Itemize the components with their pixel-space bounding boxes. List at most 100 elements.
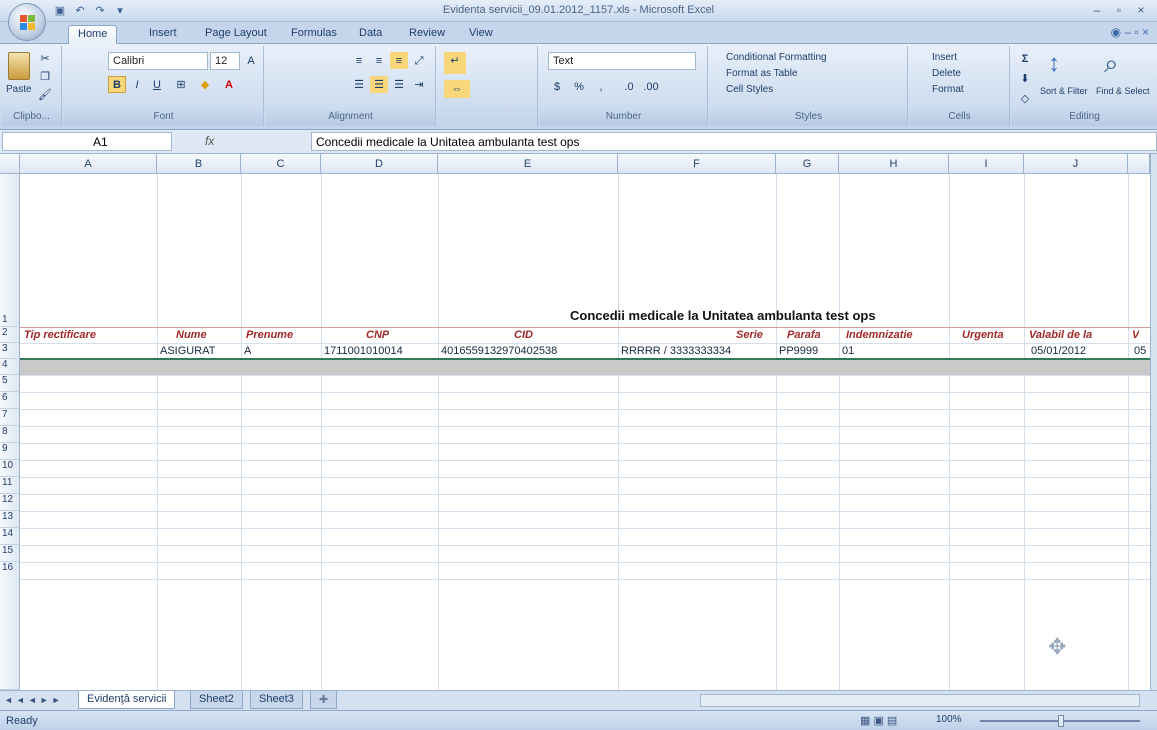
column-header-k[interactable] (1128, 154, 1150, 174)
header-cell[interactable]: Indemnizatie (846, 329, 913, 341)
underline-button[interactable]: U (148, 76, 166, 93)
header-cell[interactable]: Urgenta (962, 329, 1004, 341)
sheet-tab-sheet3[interactable]: Sheet3 (250, 691, 303, 709)
clear-icon[interactable]: ◇ (1016, 90, 1034, 107)
delete-button[interactable]: Delete (932, 68, 961, 79)
row-header-7[interactable]: 7 (0, 409, 20, 426)
tab-formulas[interactable]: Formulas (282, 25, 346, 44)
row-header-3[interactable]: 3 (0, 343, 20, 359)
sheet-navigation-icon[interactable]: ◄◄◄►► (4, 695, 64, 705)
row-header-11[interactable]: 11 (0, 477, 20, 494)
data-cell-indemnizatie[interactable]: 01 (842, 345, 854, 357)
grow-font-icon[interactable]: A (242, 52, 260, 69)
column-header-j[interactable]: J (1024, 154, 1128, 174)
header-cell[interactable]: Tip rectificare (24, 329, 96, 341)
column-header-c[interactable]: C (241, 154, 321, 174)
row-header-4[interactable]: 4 (0, 359, 20, 375)
zoom-level[interactable]: 100% (936, 714, 962, 725)
wrap-text-icon[interactable]: ↵ (444, 52, 466, 74)
orientation-icon[interactable]: ⤢ (410, 52, 428, 69)
align-bottom-icon[interactable]: ≡ (390, 52, 408, 69)
formula-input[interactable]: Concedii medicale la Unitatea ambulanta … (311, 132, 1157, 151)
decrease-decimal-icon[interactable]: .00 (642, 78, 660, 95)
italic-button[interactable]: I (128, 76, 146, 93)
row-header-6[interactable]: 6 (0, 392, 20, 409)
align-left-icon[interactable]: ☰ (350, 76, 368, 93)
column-header-g[interactable]: G (776, 154, 839, 174)
cut-icon[interactable]: ✂ (36, 50, 54, 67)
paste-button[interactable]: Paste (6, 84, 32, 95)
header-cell[interactable]: Serie (736, 329, 763, 341)
autosum-button[interactable]: Σ (1016, 50, 1034, 67)
comma-button[interactable]: , (592, 78, 610, 95)
indent-icon[interactable]: ⇥ (410, 76, 428, 93)
data-cell-cid[interactable]: 4016559132970402538 (441, 345, 617, 357)
font-color-icon[interactable]: A (220, 76, 238, 93)
sheet-tab-evidenta[interactable]: Evidenţă servicii (78, 691, 176, 709)
format-painter-icon[interactable]: 🖌 (36, 86, 54, 103)
paste-icon[interactable] (8, 52, 30, 80)
data-cell-prenume[interactable]: A (244, 345, 251, 357)
font-size-select[interactable]: 12 (210, 52, 240, 70)
column-header-h[interactable]: H (839, 154, 949, 174)
bold-button[interactable]: B (108, 76, 126, 93)
office-button[interactable] (8, 3, 46, 41)
align-middle-icon[interactable]: ≡ (370, 52, 388, 69)
insert-sheet-icon[interactable]: ✚ (310, 691, 338, 709)
data-cell-parafa[interactable]: PP9999 (779, 345, 818, 357)
row-header-10[interactable]: 10 (0, 460, 20, 477)
column-header-i[interactable]: I (949, 154, 1024, 174)
align-top-icon[interactable]: ≡ (350, 52, 368, 69)
data-cell-cnp[interactable]: 1711001010014 (324, 345, 403, 357)
row-header-15[interactable]: 15 (0, 545, 20, 562)
find-select-button[interactable]: Find & Select (1096, 86, 1150, 96)
help-icon[interactable]: ◉ – ▫ × (1111, 25, 1149, 39)
increase-decimal-icon[interactable]: .0 (620, 78, 638, 95)
close-button[interactable]: × (1131, 2, 1151, 18)
data-cell-serie[interactable]: RRRRR / 3333333334 (621, 345, 731, 357)
zoom-slider-thumb[interactable] (1058, 715, 1064, 727)
tab-data[interactable]: Data (350, 25, 391, 44)
sheet-tab-sheet2[interactable]: Sheet2 (190, 691, 243, 709)
fill-icon[interactable]: ⬇ (1016, 70, 1034, 87)
tab-view[interactable]: View (460, 25, 502, 44)
header-cell[interactable]: Valabil de la (1029, 329, 1092, 341)
header-cell[interactable]: CNP (366, 329, 389, 341)
column-header-b[interactable]: B (157, 154, 241, 174)
row-header-5[interactable]: 5 (0, 375, 20, 392)
worksheet-grid[interactable]: A B C D E F G H I J 1 2 3 4 5 6 7 8 9 10… (0, 154, 1150, 690)
row-header-8[interactable]: 8 (0, 426, 20, 443)
number-format-select[interactable]: Text (548, 52, 696, 70)
currency-button[interactable]: $ (548, 78, 566, 95)
row-header-16[interactable]: 16 (0, 562, 20, 690)
column-header-f[interactable]: F (618, 154, 776, 174)
row-header-9[interactable]: 9 (0, 443, 20, 460)
data-cell-v[interactable]: 05 (1134, 345, 1146, 357)
tab-insert[interactable]: Insert (140, 25, 186, 44)
select-all-corner[interactable] (0, 154, 20, 174)
header-cell[interactable]: V (1132, 329, 1139, 341)
vertical-scrollbar[interactable] (1150, 154, 1157, 690)
copy-icon[interactable]: ❐ (36, 68, 54, 85)
row-header-2[interactable]: 2 (0, 327, 20, 343)
percent-button[interactable]: % (570, 78, 588, 95)
tab-page-layout[interactable]: Page Layout (196, 25, 276, 44)
tab-home[interactable]: Home (68, 25, 118, 44)
tab-review[interactable]: Review (400, 25, 454, 44)
format-button[interactable]: Format (932, 84, 964, 95)
fill-color-icon[interactable]: ◆ (196, 76, 214, 93)
header-cell[interactable]: Parafa (787, 329, 821, 341)
maximize-button[interactable]: ▫ (1109, 2, 1129, 18)
data-cell-valabil[interactable]: 05/01/2012 (1031, 345, 1086, 357)
row-header-13[interactable]: 13 (0, 511, 20, 528)
data-cell-nume[interactable]: ASIGURAT (160, 345, 215, 357)
format-as-table-button[interactable]: Format as Table (726, 68, 798, 79)
header-cell[interactable]: CID (514, 329, 533, 341)
column-header-d[interactable]: D (321, 154, 438, 174)
cell-styles-button[interactable]: Cell Styles (726, 84, 773, 95)
sort-filter-button[interactable]: Sort & Filter (1040, 86, 1088, 96)
align-right-icon[interactable]: ☰ (390, 76, 408, 93)
borders-icon[interactable]: ⊞ (172, 76, 190, 93)
row-header-12[interactable]: 12 (0, 494, 20, 511)
row-header-1[interactable]: 1 (0, 174, 20, 327)
